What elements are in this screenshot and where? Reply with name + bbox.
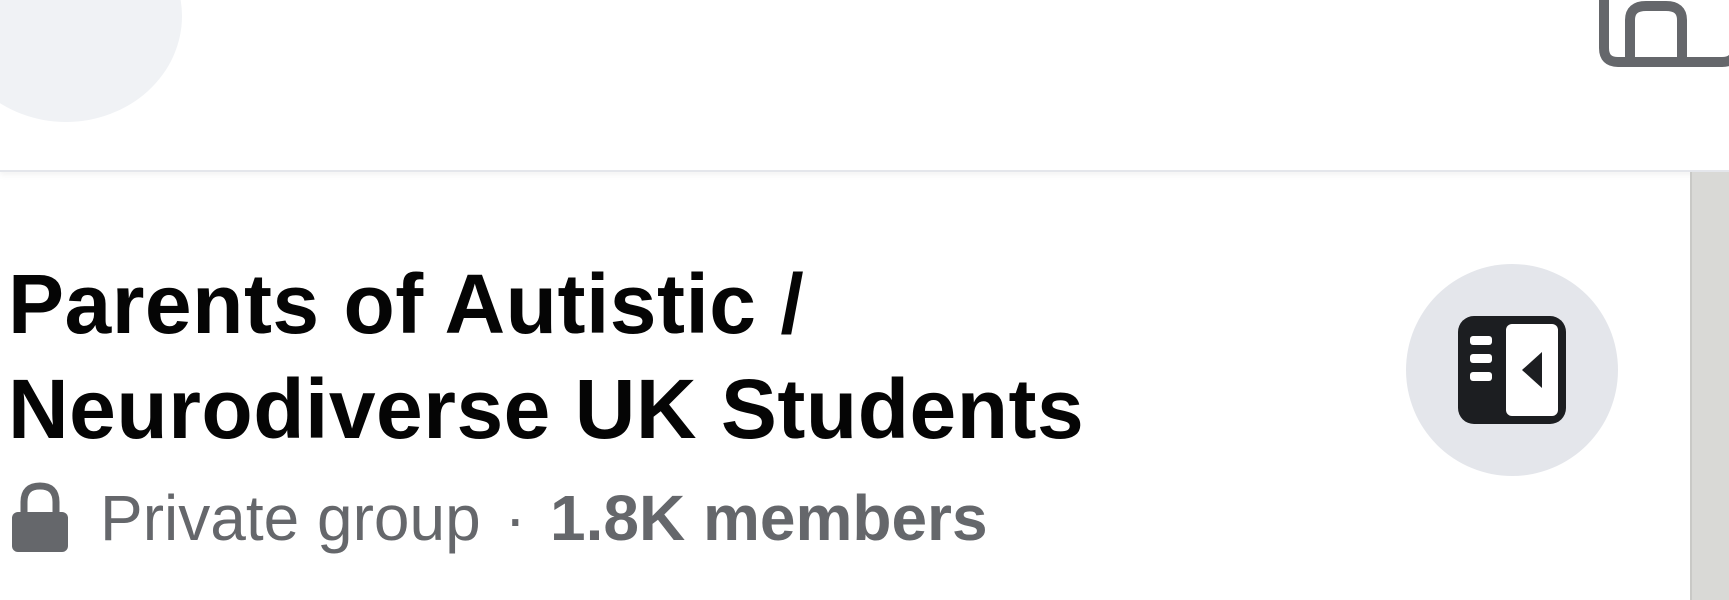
member-count[interactable]: 1.8K members [550, 481, 988, 555]
group-info-button[interactable] [1406, 264, 1618, 476]
home-button[interactable] [1590, 0, 1729, 70]
group-title: Parents of Autistic / Neurodiverse UK St… [8, 257, 1085, 456]
group-page: Parents of Autistic / Neurodiverse UK St… [0, 0, 1729, 600]
meta-separator: · [504, 482, 526, 554]
home-icon [1599, 0, 1729, 67]
group-meta: Private group · 1.8K members [10, 478, 988, 558]
top-bar [0, 0, 1729, 172]
lock-icon [12, 482, 68, 552]
group-privacy: Private group [100, 482, 481, 554]
scrollbar[interactable] [1690, 172, 1729, 600]
side-panel-icon [1458, 316, 1566, 424]
search-button[interactable] [0, 0, 182, 122]
